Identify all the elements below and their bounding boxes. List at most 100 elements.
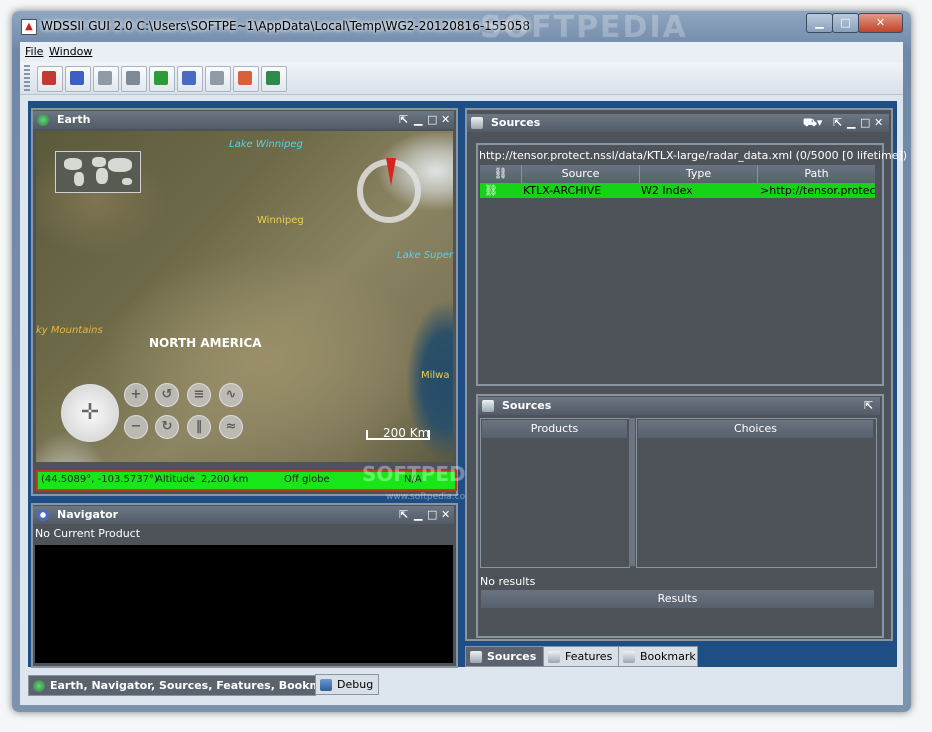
- green-rect-icon: [154, 71, 168, 85]
- tilt-down-button[interactable]: ‖: [187, 415, 211, 439]
- compass-needle: [386, 158, 396, 186]
- navigator-title-bar[interactable]: Navigator ⇱ ▁ □ ✕: [33, 506, 454, 524]
- earth-title-bar[interactable]: Earth ⇱ ▁ □ ✕: [33, 111, 454, 129]
- cube-icon: [210, 71, 224, 85]
- eye-icon: [182, 71, 196, 85]
- cube-add-icon: [98, 71, 112, 85]
- cube-icon: [482, 400, 494, 412]
- bar-chart-blue-icon: [70, 71, 84, 85]
- results-header[interactable]: Results: [481, 590, 874, 608]
- label-lake-superior: Lake Super: [397, 250, 454, 261]
- exaggerate-up-button[interactable]: ∿: [219, 383, 243, 407]
- maximize-panel-icon[interactable]: □: [427, 506, 437, 523]
- cube-icon: [470, 651, 482, 663]
- column-type-header[interactable]: Type: [640, 165, 758, 183]
- close-button[interactable]: ✕: [858, 13, 903, 33]
- label-winnipeg: Winnipeg: [257, 215, 304, 226]
- cart-icon: [126, 71, 140, 85]
- status-globe: Off globe: [284, 474, 330, 485]
- toolbar-button-6[interactable]: [177, 66, 203, 92]
- maximize-panel-icon[interactable]: □: [427, 111, 437, 128]
- menu-file-label: File: [25, 45, 44, 58]
- detach-icon[interactable]: ⇱: [833, 114, 842, 131]
- bar-chart-icon: [42, 71, 56, 85]
- toolbar-button-4[interactable]: [121, 66, 147, 92]
- menu-file[interactable]: File: [25, 45, 43, 58]
- cube-icon: [471, 117, 483, 129]
- sources-lower-title: Sources: [502, 399, 552, 412]
- tab-sources[interactable]: Sources: [465, 646, 544, 667]
- sources-title-bar[interactable]: Sources ⛟▾ ⇱ ▁ □ ✕: [467, 114, 889, 132]
- products-header[interactable]: Products: [482, 420, 627, 438]
- menu-window[interactable]: Window: [49, 45, 92, 58]
- navigator-view[interactable]: [35, 545, 453, 663]
- toolbar-button-9[interactable]: [261, 66, 287, 92]
- minimize-button[interactable]: ▁: [806, 13, 833, 33]
- rotate-left-button[interactable]: ↺: [155, 383, 179, 407]
- tab-debug[interactable]: Debug: [315, 674, 379, 695]
- row-source: KTLX-ARCHIVE: [523, 184, 602, 197]
- world-overview-map[interactable]: [55, 151, 141, 193]
- label-north-america: NORTH AMERICA: [149, 336, 262, 350]
- cart-dropdown-icon[interactable]: ⛟▾: [803, 114, 822, 131]
- exaggerate-down-button[interactable]: ≈: [219, 415, 243, 439]
- detach-icon[interactable]: ⇱: [399, 111, 408, 128]
- sources-title: Sources: [491, 116, 541, 129]
- close-panel-icon[interactable]: ✕: [874, 114, 883, 131]
- toolbar-button-2[interactable]: [65, 66, 91, 92]
- column-path-header[interactable]: Path: [758, 165, 875, 183]
- toolbar-button-1[interactable]: [37, 66, 63, 92]
- toolbar-button-5[interactable]: [149, 66, 175, 92]
- toolbar-button-8[interactable]: [233, 66, 259, 92]
- row-type: W2 Index: [641, 184, 693, 197]
- tab-earth-navigator[interactable]: Earth, Navigator, Sources, Features, Boo…: [28, 675, 341, 696]
- maximize-button[interactable]: □: [832, 13, 859, 33]
- cube-icon: [548, 651, 560, 663]
- tab-earth-navigator-label: Earth, Navigator, Sources, Features, Boo…: [50, 679, 342, 692]
- toolbar-grip[interactable]: [24, 65, 30, 91]
- source-url: http://tensor.protect.nssl/data/KTLX-lar…: [479, 149, 908, 162]
- tab-features[interactable]: Features: [543, 646, 619, 667]
- detach-icon[interactable]: ⇱: [864, 397, 873, 414]
- zoom-out-button[interactable]: −: [124, 415, 148, 439]
- row-path: >http://tensor.protect....: [760, 184, 875, 197]
- eye-icon: [37, 509, 49, 521]
- status-altitude-value: 2,200 km: [201, 474, 249, 485]
- globe-icon: [266, 71, 280, 85]
- pan-control[interactable]: ✛: [61, 384, 119, 442]
- column-source-header[interactable]: Source: [522, 165, 640, 183]
- menu-bar: [20, 42, 903, 62]
- detach-icon[interactable]: ⇱: [399, 506, 408, 523]
- window-title: WDSSII GUI 2.0 C:\Users\SOFTPE~1\AppData…: [41, 19, 530, 33]
- toolbar-button-7[interactable]: [205, 66, 231, 92]
- choices-list[interactable]: [636, 418, 877, 568]
- tab-debug-label: Debug: [337, 678, 374, 691]
- palette-icon: [238, 71, 252, 85]
- minimize-panel-icon[interactable]: ▁: [414, 111, 422, 128]
- scale-label: 200 Km: [383, 426, 430, 440]
- split-divider[interactable]: [629, 418, 635, 566]
- toolbar-button-3[interactable]: [93, 66, 119, 92]
- rotate-right-button[interactable]: ↻: [155, 415, 179, 439]
- maximize-panel-icon[interactable]: □: [860, 114, 870, 131]
- column-link-header[interactable]: ⛓: [480, 165, 522, 183]
- sources-lower-title-bar[interactable]: Sources ⇱: [478, 397, 880, 415]
- products-list[interactable]: [480, 418, 630, 568]
- label-lake-winnipeg: Lake Winnipeg: [229, 139, 303, 150]
- tilt-up-button[interactable]: ≡: [187, 383, 211, 407]
- label-rocky-mountains: ky Mountains: [36, 325, 103, 336]
- globe-icon: [33, 680, 45, 692]
- close-panel-icon[interactable]: ✕: [441, 111, 450, 128]
- no-results-text: No results: [480, 575, 536, 588]
- navigator-current-product: No Current Product: [35, 527, 141, 540]
- tab-bookmark[interactable]: Bookmark: [618, 646, 698, 667]
- tab-features-label: Features: [565, 650, 613, 663]
- zoom-in-button[interactable]: +: [124, 383, 148, 407]
- close-panel-icon[interactable]: ✕: [441, 506, 450, 523]
- minimize-panel-icon[interactable]: ▁: [414, 506, 422, 523]
- label-milwaukee: Milwa: [421, 370, 450, 381]
- choices-header[interactable]: Choices: [638, 420, 873, 438]
- minimize-panel-icon[interactable]: ▁: [847, 114, 855, 131]
- earth-title: Earth: [57, 113, 91, 126]
- tab-sources-label: Sources: [487, 650, 537, 663]
